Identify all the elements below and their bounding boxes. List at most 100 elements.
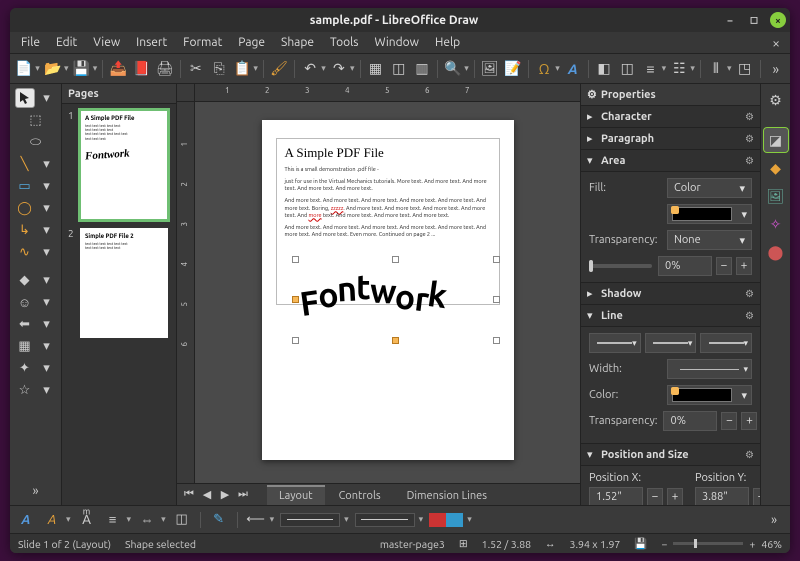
first-page-button[interactable]: ⏮ xyxy=(181,488,197,501)
sidebar-tab-gallery[interactable]: 🖼 xyxy=(764,184,788,208)
section-line[interactable]: ▾Line⚙ xyxy=(581,305,760,327)
save-button[interactable]: 💾 xyxy=(72,58,92,80)
vertical-ruler[interactable]: 1 2 3 4 5 6 xyxy=(177,102,195,483)
last-page-button[interactable]: ⏭ xyxy=(235,488,251,501)
window-minimize-button[interactable]: – xyxy=(722,12,738,28)
star-drop[interactable]: ▾ xyxy=(37,380,57,400)
basic-shapes-drop[interactable]: ▾ xyxy=(37,270,57,290)
rect-tool[interactable]: ▭ xyxy=(15,176,35,196)
menu-format[interactable]: Format xyxy=(176,34,229,51)
grid-button[interactable]: ▦ xyxy=(365,58,385,80)
doc-heading[interactable]: A Simple PDF File xyxy=(285,145,491,161)
line-transparency-value[interactable]: 0% xyxy=(663,411,717,431)
sidebar-tab-styles[interactable]: ⬤ xyxy=(764,240,788,264)
fontwork-object[interactable]: Fontwork xyxy=(296,260,496,340)
paragraph-more-icon[interactable]: ⚙ xyxy=(745,133,754,145)
section-paragraph[interactable]: ▸Paragraph⚙ xyxy=(581,128,760,150)
insert-fontwork-button[interactable]: A xyxy=(563,58,583,80)
select-drop[interactable]: ▾ xyxy=(37,88,57,108)
star-tool[interactable]: ☆ xyxy=(15,380,35,400)
posy-field[interactable]: 3.88" xyxy=(695,487,749,505)
curve-drop[interactable]: ▾ xyxy=(37,242,57,262)
transparency-value[interactable]: 0% xyxy=(658,256,712,276)
crop-button[interactable]: ◫ xyxy=(617,58,637,80)
zoom-in-button[interactable]: + xyxy=(749,538,755,550)
export-pdf-button[interactable]: 📕 xyxy=(131,58,151,80)
prev-page-button[interactable]: ◀ xyxy=(199,488,215,501)
window-maximize-button[interactable]: ◻ xyxy=(746,12,762,28)
fontwork-spacing-button[interactable]: ⇔ xyxy=(137,510,157,530)
fontwork-shape-button[interactable]: A xyxy=(42,510,62,530)
transparency-dec[interactable]: − xyxy=(716,257,732,275)
posx-inc[interactable]: + xyxy=(667,488,683,505)
bottom-toolbar-overflow[interactable]: » xyxy=(764,510,784,530)
line-style-select[interactable]: ▾ xyxy=(645,333,697,353)
line-endpoints-button[interactable]: ⟵ xyxy=(246,510,266,530)
page-1[interactable]: A Simple PDF File This is a small demons… xyxy=(262,120,514,460)
section-position-size[interactable]: ▾Position and Size⚙ xyxy=(581,444,760,466)
sidebar-settings-icon[interactable]: ⚙ xyxy=(764,88,788,112)
insert-textbox-button[interactable]: 📝 xyxy=(503,58,523,80)
copy-button[interactable]: ⎘ xyxy=(209,58,229,80)
posy-dec[interactable]: − xyxy=(753,488,760,505)
posx-field[interactable]: 1.52" xyxy=(589,487,643,505)
fontwork-align-button[interactable]: ≡ xyxy=(103,510,123,530)
transparency-inc[interactable]: + xyxy=(736,257,752,275)
arrow-end-select[interactable]: ▾ xyxy=(700,333,752,353)
cut-button[interactable]: ✂ xyxy=(186,58,206,80)
basic-shapes-tool[interactable]: ◆ xyxy=(15,270,35,290)
section-character[interactable]: ▸Character⚙ xyxy=(581,106,760,128)
zoom-value[interactable]: 46% xyxy=(761,538,782,550)
distribute-button[interactable]: ⫴ xyxy=(706,58,726,80)
rect-drop[interactable]: ▾ xyxy=(37,176,57,196)
line-width-select[interactable]: ▾ xyxy=(667,359,752,379)
align-button[interactable]: ≡ xyxy=(640,58,660,80)
clone-format-button[interactable]: 🖌 xyxy=(269,58,289,80)
doc-p2[interactable]: just for use in the Virtual Mechanics tu… xyxy=(285,179,491,193)
line-transp-dec[interactable]: − xyxy=(721,412,737,430)
export-button[interactable]: 📤 xyxy=(108,58,128,80)
doc-p3[interactable]: And more text. And more text. And more t… xyxy=(285,198,491,219)
3d-button[interactable]: ◳ xyxy=(735,58,755,80)
line-width-chooser[interactable] xyxy=(355,513,415,527)
sidebar-tab-properties[interactable]: ◪ xyxy=(764,128,788,152)
transparency-slider[interactable] xyxy=(589,264,652,268)
area-more-icon[interactable]: ⚙ xyxy=(745,155,754,167)
fontwork-same-height-button[interactable]: Aͫ xyxy=(77,510,97,530)
window-close-button[interactable]: × xyxy=(770,12,786,28)
open-button[interactable]: 📂 xyxy=(43,58,63,80)
canvas[interactable]: A Simple PDF File This is a small demons… xyxy=(195,102,580,483)
connector-tool[interactable]: ↳ xyxy=(15,220,35,240)
sidebar-tab-navigator[interactable]: ✧ xyxy=(764,212,788,236)
transparency-type-select[interactable]: None▾ xyxy=(667,230,752,250)
print-button[interactable]: 🖨 xyxy=(155,58,175,80)
status-master[interactable]: master-page3 xyxy=(380,538,445,550)
select-tool[interactable] xyxy=(15,88,35,108)
menu-file[interactable]: File xyxy=(14,34,47,51)
shadow-more-icon[interactable]: ⚙ xyxy=(745,288,754,300)
page-thumb-2[interactable]: Simple PDF File 2 text text text text te… xyxy=(80,228,168,338)
next-page-button[interactable]: ▶ xyxy=(217,488,233,501)
fill-type-select[interactable]: Color▾ xyxy=(667,178,752,198)
zoom-button[interactable]: 🔍 xyxy=(443,58,463,80)
flowchart-drop[interactable]: ▾ xyxy=(37,336,57,356)
window-close-inner-button[interactable]: × xyxy=(766,35,786,51)
paste-button[interactable]: 📋 xyxy=(232,58,252,80)
connector-drop[interactable]: ▾ xyxy=(37,220,57,240)
menu-help[interactable]: Help xyxy=(428,34,467,51)
flowchart-tool[interactable]: ▦ xyxy=(15,336,35,356)
line-style-chooser[interactable] xyxy=(280,513,340,527)
line-color-select[interactable]: ▾ xyxy=(667,385,752,405)
zoom-out-button[interactable]: − xyxy=(661,538,667,550)
shadow-button[interactable]: ◧ xyxy=(594,58,614,80)
doc-p1[interactable]: This is a small demonstration .pdf file … xyxy=(285,167,491,174)
symbol-drop[interactable]: ▾ xyxy=(37,292,57,312)
curve-tool[interactable]: ∿ xyxy=(15,242,35,262)
insert-special-button[interactable]: Ω xyxy=(534,58,554,80)
callout-drop[interactable]: ▾ xyxy=(37,358,57,378)
extrusion-toggle-button[interactable]: ◫ xyxy=(172,510,192,530)
text-tool[interactable]: ⬭ xyxy=(26,132,46,152)
props-gear-icon[interactable]: ⚙ xyxy=(587,88,597,101)
tab-dimension-lines[interactable]: Dimension Lines xyxy=(395,485,499,505)
doc-p4[interactable]: And more text. And more text. And more t… xyxy=(285,225,491,239)
